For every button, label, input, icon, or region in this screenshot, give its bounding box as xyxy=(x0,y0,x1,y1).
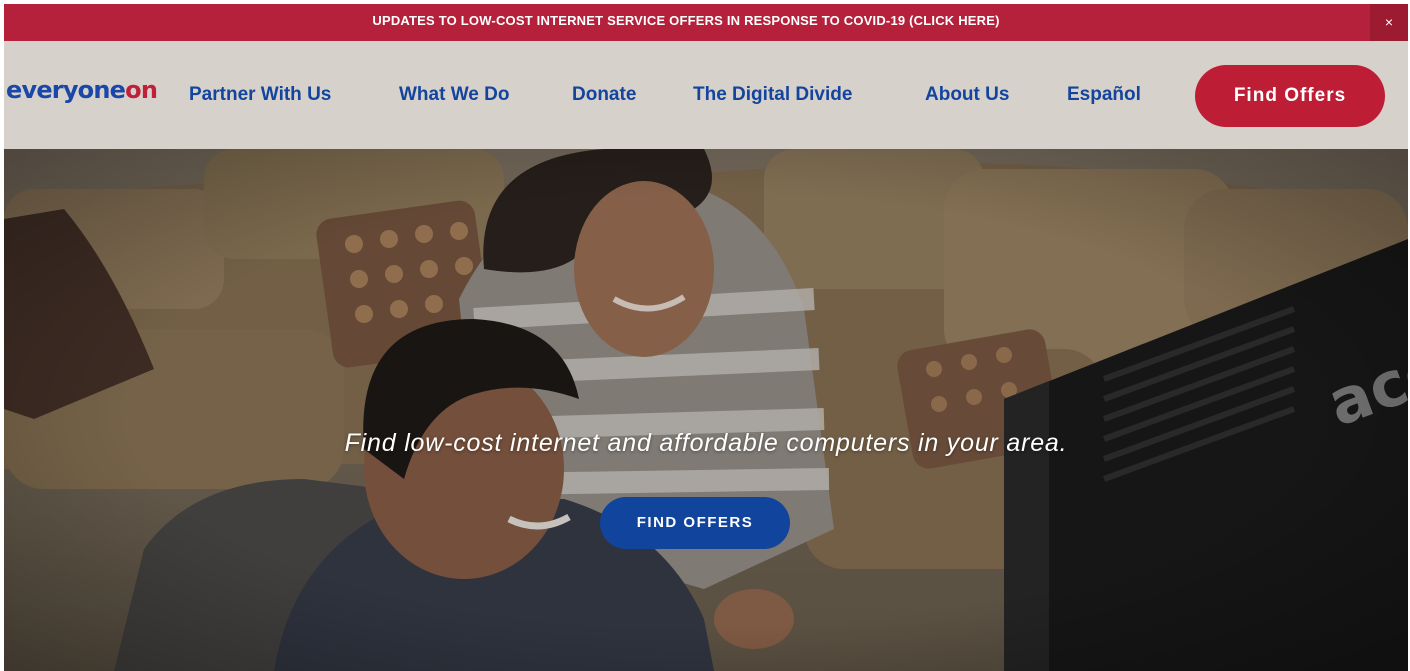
hero-section: acer Find low-cost internet and affordab… xyxy=(4,149,1408,671)
nav-about-us[interactable]: About Us xyxy=(925,84,1009,106)
site-logo[interactable]: everyoneon xyxy=(6,76,158,104)
page-frame: UPDATES TO LOW-COST INTERNET SERVICE OFF… xyxy=(4,4,1408,671)
nav-the-digital-divide[interactable]: The Digital Divide xyxy=(693,84,852,106)
announcement-link[interactable]: UPDATES TO LOW-COST INTERNET SERVICE OFF… xyxy=(4,4,1368,41)
logo-text-on: on xyxy=(125,76,158,104)
nav-donate[interactable]: Donate xyxy=(572,84,636,106)
site-header: everyoneon Partner With Us What We Do Do… xyxy=(4,41,1408,149)
nav-partner-with-us[interactable]: Partner With Us xyxy=(189,84,331,106)
find-offers-hero-button[interactable]: FIND OFFERS xyxy=(600,497,790,549)
nav-what-we-do[interactable]: What We Do xyxy=(399,84,509,106)
logo-text-everyone: everyone xyxy=(6,76,126,104)
find-offers-header-button[interactable]: Find Offers xyxy=(1195,65,1385,127)
hero-photo: acer xyxy=(4,149,1408,671)
nav-espanol[interactable]: Español xyxy=(1067,84,1141,106)
announcement-bar: UPDATES TO LOW-COST INTERNET SERVICE OFF… xyxy=(4,4,1408,41)
close-icon[interactable]: × xyxy=(1370,4,1408,41)
hero-tagline: Find low-cost internet and affordable co… xyxy=(344,429,1068,457)
